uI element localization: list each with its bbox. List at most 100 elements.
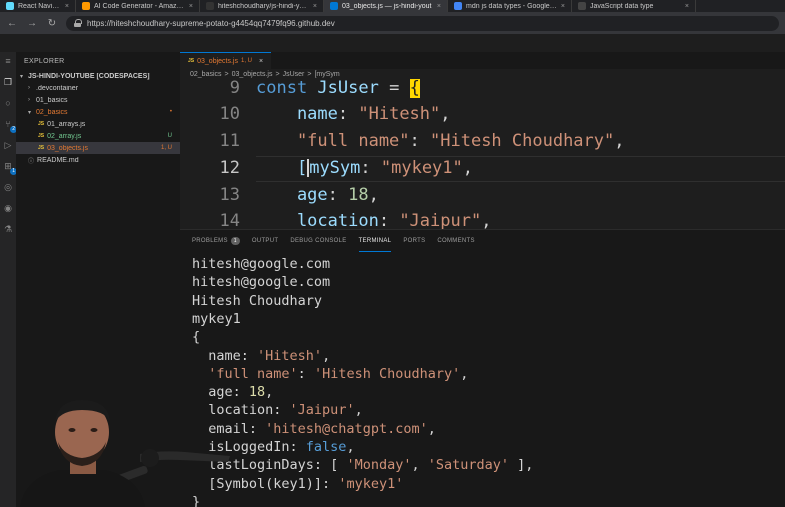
line-number: 14: [219, 211, 240, 229]
github-icon: [206, 2, 214, 10]
breadcrumb-separator: >: [224, 70, 229, 78]
explorer-item[interactable]: › 01_basics: [16, 94, 180, 106]
github-icon[interactable]: ◉: [3, 203, 13, 213]
code-editor[interactable]: 9 const JsUser = {10 name: "Hitesh", 11 "f…: [180, 79, 785, 229]
editor-tab-status: 1, U: [240, 58, 252, 64]
panel-tab-label: DEBUG CONSOLE: [290, 238, 347, 244]
explorer-item[interactable]: JS 03_objects.js 1, U: [16, 142, 180, 154]
workspace-root[interactable]: ▾ JS-HINDI-YOUTUBE [CODESPACES]: [16, 70, 180, 82]
remote-explorer-icon[interactable]: ◎: [3, 182, 13, 192]
webcam-presenter-image: [20, 400, 230, 507]
explorer-item[interactable]: › .devcontainer: [16, 82, 180, 94]
code-text: [mySym: "mykey1",: [256, 158, 473, 178]
terminal-token: hitesh@google.com: [192, 274, 331, 291]
line-number: 10: [219, 104, 240, 124]
search-icon[interactable]: ○: [3, 98, 13, 108]
google-icon: [454, 2, 462, 10]
bottom-panel: PROBLEMS 1 OUTPUT DEBUG CONSOLE TERMINAL PORT…: [180, 229, 785, 507]
explorer-title: EXPLORER: [24, 57, 65, 65]
browser-tab-title: mdn js data types - Google Se: [466, 2, 557, 10]
explorer-item-label: 03_objects.js: [47, 144, 88, 152]
close-icon[interactable]: ×: [189, 3, 193, 10]
code-line: 9 const JsUser = {: [180, 79, 785, 101]
line-number: 9: [229, 79, 240, 98]
panel-tab-ports[interactable]: PORTS: [403, 230, 425, 252]
code-text: location: "Jaipur",: [256, 211, 492, 229]
browser-tab-title: 03_objects.js — js-hindi-yout: [342, 2, 432, 10]
url-text: https://hiteshchoudhary-supreme-potato-g…: [87, 18, 335, 28]
extensions-icon[interactable]: ⊞ 1: [3, 161, 17, 175]
files-icon[interactable]: ❐: [3, 77, 13, 87]
editor-tab-objects[interactable]: JS 03_objects.js 1, U ×: [180, 52, 272, 69]
explorer-item[interactable]: ▾ 02_basics •: [16, 106, 180, 118]
close-icon[interactable]: ×: [437, 3, 441, 10]
code-token: JsUser: [317, 79, 379, 98]
code-token: "full name": [256, 131, 410, 151]
breadcrumb-item[interactable]: 02_basics: [190, 71, 222, 78]
browser-tab-2[interactable]: hiteshchoudhary/js-hindi-yout ×: [200, 0, 324, 12]
panel-tab-label: PORTS: [403, 238, 426, 244]
close-icon[interactable]: ×: [685, 3, 689, 10]
codespaces-icon: [330, 2, 338, 10]
terminal-token: Hitesh Choudhary: [192, 292, 323, 309]
reload-icon[interactable]: ↻: [46, 18, 58, 29]
browser-tab-4[interactable]: mdn js data types - Google Se ×: [448, 0, 572, 12]
browser-tab-5[interactable]: JavaScript data type ×: [572, 0, 696, 12]
terminal-line: Hitesh Choudhary: [192, 292, 322, 310]
panel-tab-output[interactable]: OUTPUT: [252, 230, 278, 252]
code-token: :: [327, 185, 349, 205]
run-debug-icon[interactable]: ▷: [3, 140, 13, 150]
menu-icon[interactable]: ≡: [3, 56, 13, 66]
info-icon: ⓘ: [28, 158, 35, 165]
terminal-token: mykey1: [192, 310, 241, 327]
terminal-token: ],: [509, 457, 534, 474]
panel-tab-debug-console[interactable]: DEBUG CONSOLE: [290, 230, 346, 252]
panel-tab-terminal[interactable]: TERMINAL: [358, 230, 392, 252]
code-text: const JsUser = {: [256, 79, 420, 98]
code-token: [: [296, 158, 308, 178]
forward-arrow-icon[interactable]: →: [26, 18, 38, 29]
close-icon[interactable]: ×: [65, 3, 69, 10]
terminal-token: hitesh@google.com: [192, 256, 331, 272]
terminal-token: 'Hitesh Choudhary': [313, 365, 461, 382]
browser-tab-0[interactable]: React Navigation ×: [0, 0, 76, 12]
browser-tab-title: JavaScript data type: [590, 2, 654, 10]
explorer-item[interactable]: JS 02_array.js U: [16, 130, 180, 142]
terminal-token: ,: [322, 347, 331, 364]
code-token: =: [378, 79, 410, 98]
breadcrumb-item[interactable]: JsUser: [283, 71, 305, 78]
terminal-line: name: 'Hitesh',: [192, 347, 330, 365]
editor-tab-label: 03_objects.js: [197, 57, 238, 65]
terminal-token: false: [305, 439, 347, 455]
explorer-item[interactable]: ⓘ README.md: [16, 154, 180, 166]
code-token: mySym: [309, 158, 361, 178]
code-token: :: [337, 104, 359, 124]
testing-icon[interactable]: ⚗: [3, 224, 13, 234]
terminal-token: 'Hitesh': [257, 347, 323, 364]
panel-tab-problems[interactable]: PROBLEMS 1: [192, 230, 240, 252]
back-arrow-icon[interactable]: ←: [6, 18, 18, 29]
terminal-line: hitesh@google.com: [192, 255, 330, 273]
breadcrumb-item[interactable]: [mySym: [314, 71, 339, 78]
close-icon[interactable]: ×: [259, 58, 263, 65]
source-control-icon[interactable]: ⑂ 2: [3, 119, 17, 133]
code-token: const: [256, 79, 318, 98]
code-token: "mykey1": [380, 158, 463, 178]
breadcrumb-item[interactable]: 03_objects.js: [232, 71, 273, 78]
terminal-line: hitesh@google.com: [192, 273, 330, 291]
code-token: "Hitesh": [358, 104, 441, 124]
terminal-token: 18: [248, 384, 266, 401]
address-bar[interactable]: https://hiteshchoudhary-supreme-potato-g…: [66, 15, 779, 31]
close-icon[interactable]: ×: [313, 3, 317, 10]
browser-tab-3[interactable]: 03_objects.js — js-hindi-yout ×: [324, 0, 448, 12]
panel-tab-comments[interactable]: COMMENTS: [437, 230, 474, 252]
close-icon[interactable]: ×: [561, 3, 565, 10]
code-token: ,: [368, 185, 379, 205]
terminal-token: ,: [265, 384, 274, 401]
explorer-item[interactable]: JS 01_arrays.js: [16, 118, 180, 130]
chevron-down-icon: ▾: [20, 73, 24, 80]
browser-tab-1[interactable]: AI Code Generator - Amazon C ×: [76, 0, 200, 12]
chevron-down-icon: ▾: [28, 109, 32, 116]
breadcrumb: 02_basics >03_objects.js > JsUser > [mySym: [180, 69, 785, 79]
terminal-output[interactable]: hitesh@google.com hitesh@google.com Hitesh…: [180, 252, 785, 507]
